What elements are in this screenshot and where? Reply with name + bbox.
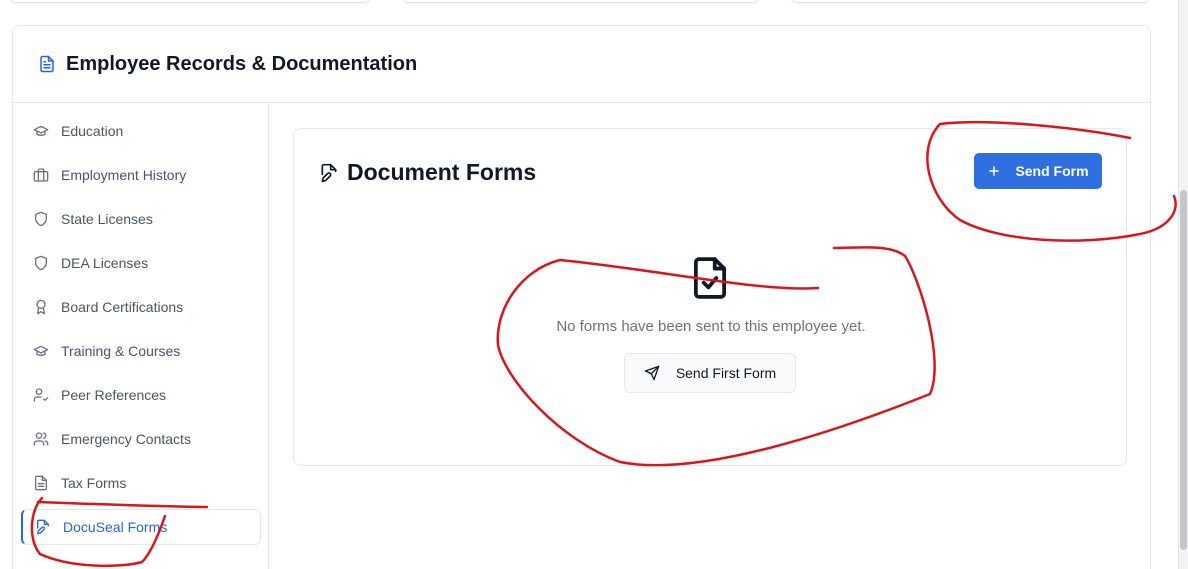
plus-icon [989, 166, 1000, 176]
sidebar-item-education[interactable]: Education [21, 113, 261, 149]
sidebar-item-label: Education [61, 123, 124, 139]
users-icon [33, 432, 49, 446]
sidebar-item-peer-references[interactable]: Peer References [21, 377, 261, 413]
panel-title: Employee Records & Documentation [66, 52, 418, 75]
employee-records-panel: Employee Records & Documentation Educati… [12, 25, 1151, 569]
briefcase-icon [33, 168, 49, 182]
graduation-cap-icon [33, 125, 49, 136]
sidebar-item-emergency-contacts[interactable]: Emergency Contacts [21, 421, 261, 457]
records-sidebar: Education Employment History State Licen… [13, 104, 269, 569]
award-icon [36, 299, 46, 315]
document-forms-card: Document Forms Send Form No forms have b… [293, 128, 1127, 466]
top-cards-strip [0, 0, 1188, 4]
sidebar-item-label: DocuSeal Forms [63, 519, 168, 535]
send-form-label: Send Form [1015, 163, 1089, 179]
sidebar-item-label: Board Certifications [61, 299, 184, 315]
sidebar-item-label: Training & Courses [61, 343, 181, 359]
card-title: Document Forms [319, 159, 536, 186]
top-card [403, 0, 759, 3]
file-text-icon [35, 475, 47, 491]
sidebar-item-label: DEA Licenses [61, 255, 149, 271]
file-check-icon [693, 257, 727, 299]
top-card [10, 0, 370, 3]
sidebar-item-state-licenses[interactable]: State Licenses [21, 201, 261, 237]
empty-state-message: No forms have been sent to this employee… [556, 318, 866, 335]
document-icon [40, 55, 54, 73]
sidebar-item-dea-licenses[interactable]: DEA Licenses [21, 245, 261, 281]
top-card [791, 0, 1149, 3]
sidebar-item-label: Employment History [61, 167, 187, 183]
file-edit-icon [321, 163, 337, 182]
sidebar-item-board-certifications[interactable]: Board Certifications [21, 289, 261, 325]
sidebar-item-employment-history[interactable]: Employment History [21, 157, 261, 193]
user-check-icon [33, 388, 49, 402]
sidebar-item-training-courses[interactable]: Training & Courses [21, 333, 261, 369]
send-icon [644, 365, 660, 381]
sidebar-item-label: State Licenses [61, 211, 153, 227]
file-edit-icon [37, 519, 49, 535]
shield-icon [35, 255, 47, 271]
shield-icon [35, 211, 47, 227]
sidebar-item-label: Tax Forms [61, 475, 127, 491]
send-form-button[interactable]: Send Form [974, 153, 1102, 189]
send-first-form-label: Send First Form [675, 365, 777, 381]
page-scrollbar[interactable] [1178, 0, 1188, 569]
sidebar-item-label: Peer References [61, 387, 167, 403]
card-title-text: Document Forms [347, 159, 537, 185]
sidebar-item-docuseal-forms[interactable]: DocuSeal Forms [21, 509, 261, 545]
sidebar-item-label: Emergency Contacts [61, 431, 191, 447]
graduation-cap-icon [33, 345, 49, 356]
sidebar-item-tax-forms[interactable]: Tax Forms [21, 465, 261, 501]
scrollbar-thumb[interactable] [1180, 190, 1187, 550]
send-first-form-button[interactable]: Send First Form [624, 353, 796, 393]
panel-header: Employee Records & Documentation [13, 26, 1150, 103]
